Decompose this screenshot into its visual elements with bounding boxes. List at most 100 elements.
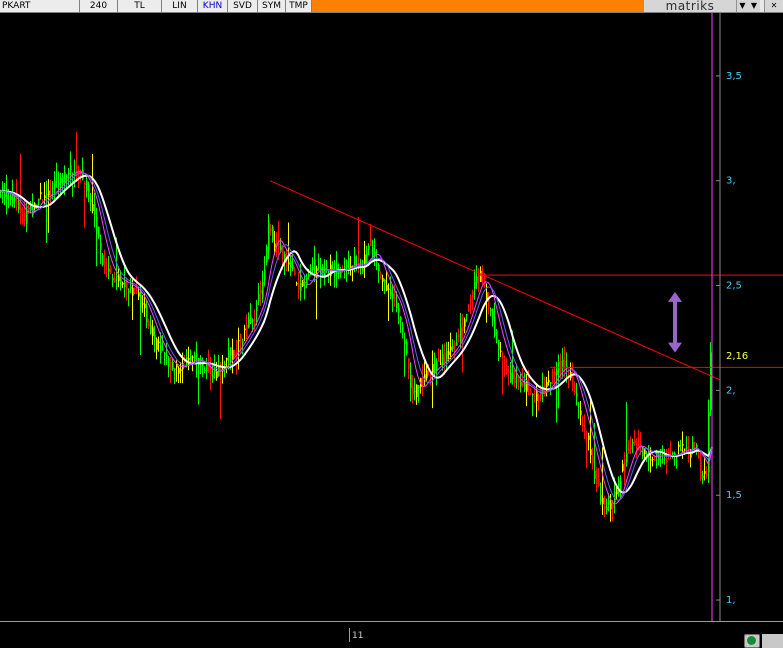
close-icon[interactable]: ✕ [764,0,783,12]
candle-body [418,385,420,389]
svd-button[interactable]: SVD [228,0,258,12]
candle-body [630,444,632,450]
candle-body [302,281,304,287]
x-tick-mark [349,628,350,642]
candle-body [104,261,106,267]
lin-button[interactable]: LIN [162,0,198,12]
candle-body [598,478,600,486]
candle-body [278,242,280,250]
candle-body [620,481,622,491]
brand-logo: matriks [644,0,736,12]
candle-body [146,306,148,323]
y-tick-label: 1, [726,595,736,606]
candle-body [194,355,196,360]
candle-body [110,267,112,273]
time-axis-bar: 11 [0,621,783,648]
candle-body [622,464,624,472]
tmp-button[interactable]: TMP [286,0,312,12]
candle-body [200,364,202,368]
candle-body [166,354,168,358]
candle-body [260,289,262,295]
globe-icon[interactable] [744,634,760,648]
candle-body [244,328,246,331]
candle-body [628,448,630,452]
candle-body [102,255,104,265]
candle-body [512,373,514,380]
khn-button[interactable]: KHN [198,0,228,12]
candle-body [188,357,190,361]
candle-body [116,275,118,277]
candle-body [258,294,260,302]
candle-body [700,457,702,480]
resize-corner [762,634,783,648]
candle-body [404,340,406,344]
candle-body [154,334,156,339]
candle-body [496,330,498,340]
candle-body [64,171,66,183]
candle-body [240,333,242,341]
trendline [269,180,721,381]
period-button[interactable]: 240 [80,0,118,12]
price-chart[interactable]: 3,5 3, 2,5 2, 1,5 1, 2,16 [0,13,783,621]
candle-body [328,271,330,273]
candle-body [54,180,56,190]
candle-body [206,364,208,373]
candle-body [62,176,64,184]
candle-body [196,353,198,358]
candle-body [510,372,512,383]
candle-body [492,308,494,321]
candle-body [678,444,680,448]
candle-body [242,341,244,344]
candle-body [112,277,114,281]
candle-body [710,352,712,411]
candle-body [128,290,130,292]
candle-body [250,316,252,324]
candle-body [150,325,152,334]
candle-body [224,364,226,366]
moving-average-line-0 [0,174,713,494]
candle-body [552,371,554,378]
candle-body [442,353,444,364]
toolbar-orange-bar [312,0,644,12]
candle-body [440,363,442,365]
candle-body [322,266,324,277]
arrow-head-up [668,291,682,302]
candle-body [22,211,24,222]
candle-body [312,266,314,271]
candle-body [706,474,708,476]
candle-body [130,286,132,289]
y-tick-label: 2, [726,385,736,396]
candle-body [434,359,436,373]
candle-body [606,507,608,511]
candle-body [584,427,586,433]
candle-body [296,283,298,285]
tl-button[interactable]: TL [118,0,162,12]
close-icon[interactable]: ▼ [748,0,760,12]
candle-body [264,269,266,281]
candle-body [68,172,70,175]
candle-body [458,334,460,338]
candle-body [100,242,102,250]
candle-body [388,288,390,290]
chevron-down-icon[interactable]: ▼ [736,0,748,12]
candle-body [114,278,116,283]
sym-button[interactable]: SYM [258,0,286,12]
symbol-field[interactable]: PKART [0,0,80,12]
candle-body [624,458,626,474]
candle-body [452,345,454,350]
candle-body [192,356,194,358]
candle-body [190,355,192,361]
candle-body [498,339,500,350]
candle-body [592,455,594,464]
candle-body [444,352,446,362]
candle-body [612,504,614,508]
candle-body [172,361,174,370]
candle-body [662,448,664,450]
candle-body [508,370,510,374]
candle-body [664,458,666,460]
candle-body [472,291,474,299]
candle-body [10,194,12,201]
moving-averages-layer [0,171,713,505]
candle-body [132,287,134,296]
candle-body [446,350,448,360]
